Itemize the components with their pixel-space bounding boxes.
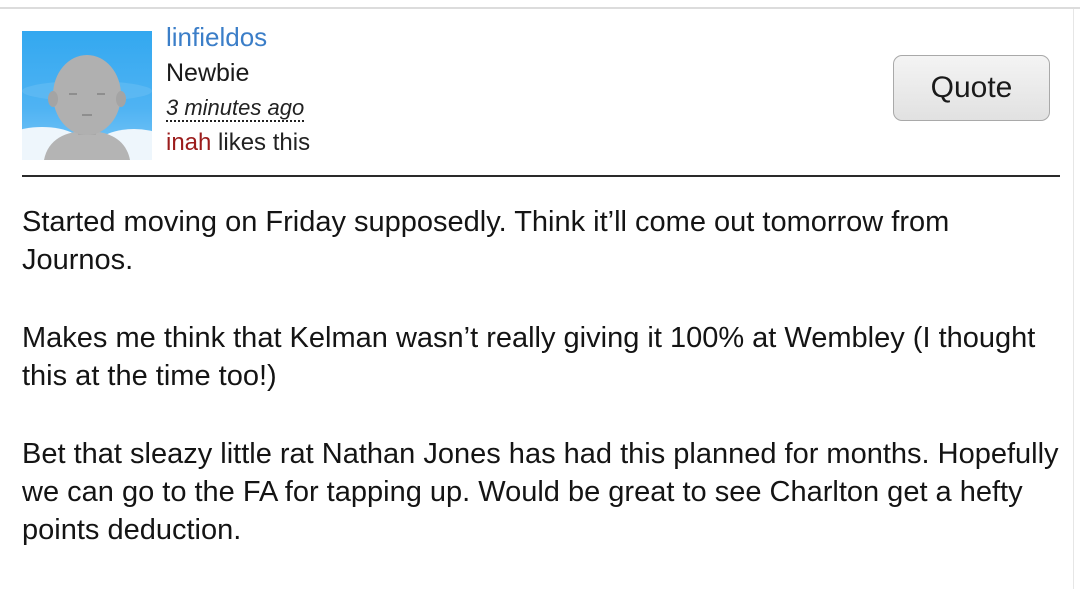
post-paragraph: Started moving on Friday supposedly. Thi… (22, 206, 950, 276)
author-name-link[interactable]: linfieldos (166, 24, 310, 50)
post-body: Started moving on Friday supposedly. Thi… (22, 203, 1062, 589)
top-border (0, 0, 1080, 9)
quote-button[interactable]: Quote (893, 55, 1050, 121)
scrollbar-track[interactable] (1073, 9, 1080, 589)
likes-line: inah likes this (166, 130, 310, 156)
post-header: linfieldos Newbie 3 minutes ago inah lik… (22, 24, 1060, 177)
author-rank: Newbie (166, 59, 250, 87)
post-paragraph: Bet that sleazy little rat Nathan Jones … (22, 438, 1059, 546)
post-paragraph: Makes me think that Kelman wasn’t really… (22, 322, 1036, 392)
liker-link[interactable]: inah (166, 129, 211, 156)
post-divider (22, 175, 1060, 177)
post-timestamp-link[interactable]: 3 minutes ago (166, 96, 305, 122)
author-meta: linfieldos Newbie 3 minutes ago inah lik… (166, 24, 310, 156)
default-user-avatar-icon[interactable] (22, 31, 152, 160)
likes-suffix: likes this (211, 129, 311, 156)
forum-post-view: linfieldos Newbie 3 minutes ago inah lik… (0, 0, 1080, 589)
